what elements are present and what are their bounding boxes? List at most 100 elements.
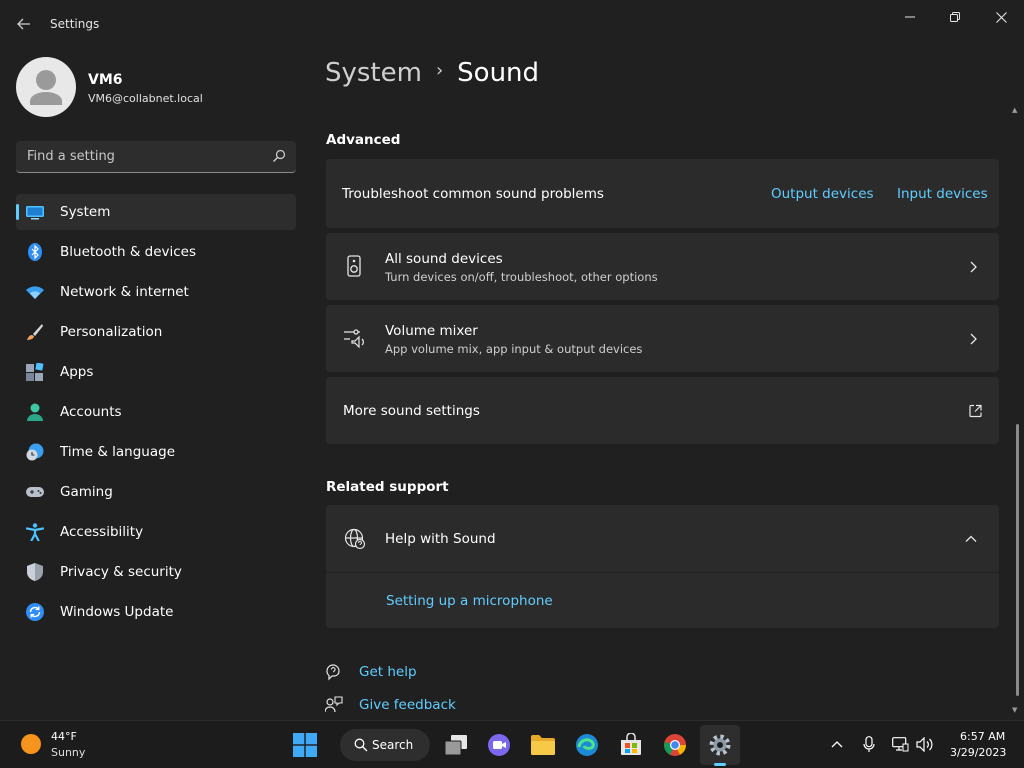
sidebar-item-label: Accessibility (60, 524, 144, 540)
wifi-icon (26, 286, 44, 299)
troubleshoot-card: Troubleshoot common sound problems Outpu… (326, 159, 999, 228)
sidebar-item-label: Apps (60, 364, 94, 380)
title-bar: Settings (0, 0, 1024, 48)
sidebar-item-time-language[interactable]: Time & language (16, 434, 296, 470)
help-with-sound-content: Setting up a microphone (326, 573, 999, 628)
sidebar-item-label: Network & internet (60, 284, 189, 300)
bluetooth-icon (28, 243, 42, 261)
volume-icon[interactable] (916, 737, 934, 752)
active-app-indicator (714, 763, 726, 766)
feedback-icon (325, 696, 343, 713)
volume-mixer-card[interactable]: Volume mixer App volume mix, app input &… (326, 305, 999, 372)
edge-button[interactable] (571, 729, 603, 761)
teams-chat-button[interactable] (483, 729, 515, 761)
window-title: Settings (50, 17, 100, 31)
sidebar-item-label: Gaming (60, 484, 113, 500)
person-silhouette-icon (30, 70, 62, 105)
sidebar-item-accounts[interactable]: Accounts (16, 394, 296, 430)
close-icon (995, 11, 1007, 23)
sidebar-item-system[interactable]: System (16, 194, 296, 230)
output-devices-link[interactable]: Output devices (771, 186, 874, 202)
accessibility-icon (26, 523, 44, 541)
weather-temperature[interactable]: 44°F (51, 730, 77, 743)
sidebar-item-gaming[interactable]: Gaming (16, 474, 296, 510)
help-with-sound-title: Help with Sound (385, 531, 496, 547)
brush-icon (27, 324, 43, 340)
taskbar: 44°F Sunny Search 6:57 AM 3/29/2023 (0, 720, 1024, 768)
task-view-button[interactable] (440, 729, 472, 761)
monitor-icon (26, 206, 44, 220)
sun-icon[interactable] (21, 734, 41, 754)
input-devices-link[interactable]: Input devices (897, 186, 988, 202)
search-icon (354, 738, 368, 752)
all-sound-devices-card[interactable]: All sound devices Turn devices on/off, t… (326, 233, 999, 300)
search-input[interactable]: Find a setting (16, 141, 296, 173)
avatar[interactable] (16, 57, 76, 117)
sidebar-item-privacy[interactable]: Privacy & security (16, 554, 296, 590)
task-view-icon (444, 735, 467, 756)
sidebar-item-label: Windows Update (60, 604, 174, 620)
taskbar-search-label: Search (372, 738, 414, 752)
volume-mixer-subtitle: App volume mix, app input & output devic… (385, 342, 643, 356)
help-with-sound-header[interactable]: Help with Sound (326, 505, 999, 572)
close-button[interactable] (978, 6, 1024, 28)
settings-taskbar-button[interactable] (704, 729, 736, 761)
globe-clock-icon (26, 443, 44, 461)
chevron-up-icon[interactable] (831, 740, 843, 748)
sidebar-item-label: Time & language (60, 444, 176, 460)
setting-up-microphone-link[interactable]: Setting up a microphone (386, 593, 553, 609)
sidebar-item-accessibility[interactable]: Accessibility (16, 514, 296, 550)
sidebar-item-bluetooth[interactable]: Bluetooth & devices (16, 234, 296, 270)
profile-email: VM6@collabnet.local (88, 92, 203, 105)
clock-time[interactable]: 6:57 AM (960, 730, 1005, 743)
sidebar-nav: System Bluetooth & devices Network & int… (16, 194, 296, 634)
file-explorer-button[interactable] (527, 729, 559, 761)
store-button[interactable] (615, 729, 647, 761)
external-link-icon (969, 404, 982, 417)
person-icon (27, 403, 43, 421)
restore-button[interactable] (932, 6, 978, 28)
scroll-up-arrow[interactable]: ▲ (1012, 106, 1017, 114)
sidebar-item-personalization[interactable]: Personalization (16, 314, 296, 350)
search-icon (273, 149, 286, 162)
shield-icon (27, 563, 43, 581)
gamepad-icon (26, 487, 44, 497)
update-icon (26, 603, 44, 621)
all-sound-devices-subtitle: Turn devices on/off, troubleshoot, other… (385, 270, 658, 284)
minimize-button[interactable] (887, 6, 933, 28)
edge-icon (576, 734, 598, 756)
windows-logo-icon (293, 733, 317, 757)
back-button[interactable] (12, 12, 36, 36)
sidebar-item-label: Personalization (60, 324, 163, 340)
section-title-advanced: Advanced (326, 132, 401, 148)
globe-help-icon (344, 528, 366, 550)
section-title-related-support: Related support (326, 479, 449, 495)
sidebar-item-network[interactable]: Network & internet (16, 274, 296, 310)
sidebar-item-apps[interactable]: Apps (16, 354, 296, 390)
give-feedback-link[interactable]: Give feedback (359, 697, 456, 713)
restore-icon (950, 12, 960, 22)
apps-icon (26, 363, 44, 381)
clock-date[interactable]: 3/29/2023 (950, 746, 1006, 759)
chevron-right-icon (970, 333, 977, 344)
sidebar-item-label: System (60, 204, 111, 220)
scroll-down-arrow[interactable]: ▼ (1012, 706, 1017, 714)
sidebar-item-label: Accounts (60, 404, 122, 420)
minimize-icon (905, 16, 915, 18)
network-icon[interactable] (892, 737, 909, 752)
more-sound-settings-card[interactable]: More sound settings (326, 377, 999, 444)
sidebar-item-label: Bluetooth & devices (60, 244, 197, 260)
microphone-icon[interactable] (863, 736, 875, 753)
taskbar-search-button[interactable]: Search (340, 729, 430, 761)
scrollbar-thumb[interactable] (1016, 424, 1019, 696)
chevron-up-icon (965, 535, 977, 542)
breadcrumb-separator: › (435, 60, 444, 81)
store-icon (621, 733, 641, 755)
breadcrumb-parent[interactable]: System (325, 58, 422, 88)
get-help-link[interactable]: Get help (359, 664, 417, 680)
chrome-button[interactable] (659, 729, 691, 761)
start-button[interactable] (289, 729, 321, 761)
volume-mixer-title: Volume mixer (385, 323, 478, 339)
sidebar-item-windows-update[interactable]: Windows Update (16, 594, 296, 630)
weather-description[interactable]: Sunny (51, 746, 85, 759)
